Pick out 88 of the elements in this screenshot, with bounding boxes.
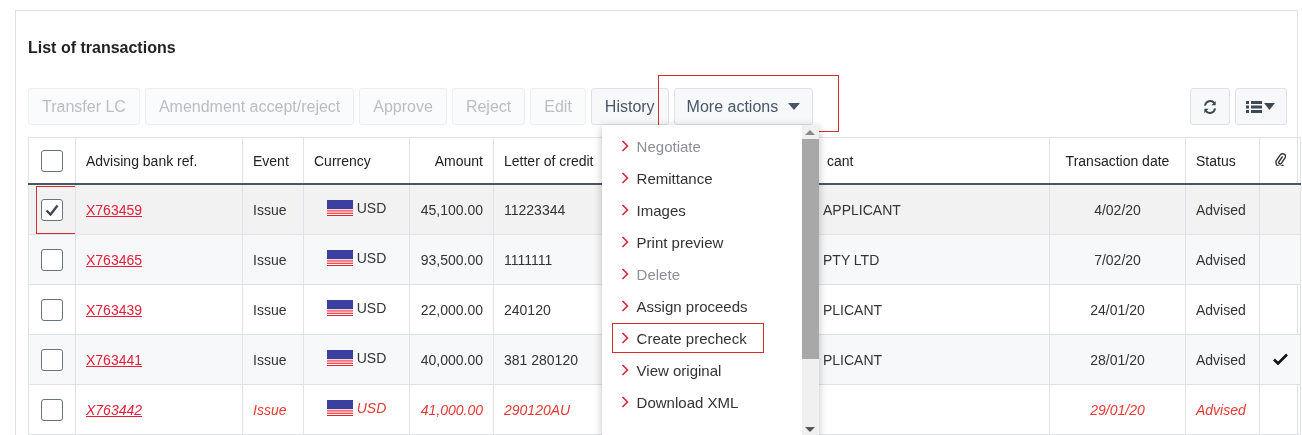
column-header[interactable]: Transaction date xyxy=(1065,152,1170,169)
chevron-icon xyxy=(620,236,629,248)
reference-link[interactable]: X763465 xyxy=(86,251,143,268)
reference-link[interactable]: X763439 xyxy=(86,301,143,318)
chevron-icon xyxy=(620,140,629,152)
section-title: List of transactions xyxy=(28,39,177,58)
menu-item[interactable]: Download XML xyxy=(611,387,764,417)
more-actions-button[interactable]: More actions xyxy=(673,88,814,125)
table-cell: 93,500.00 xyxy=(420,251,483,268)
menu-item[interactable]: Print preview xyxy=(611,227,764,257)
table-cell: PLICANT xyxy=(823,351,883,368)
table-cell: 24/01/20 xyxy=(1090,301,1145,318)
row-checkbox[interactable] xyxy=(41,348,63,371)
reference-link[interactable]: X763442 xyxy=(86,401,143,418)
scrollbar-thumb[interactable] xyxy=(801,139,819,359)
row-checkbox[interactable] xyxy=(41,398,63,421)
column-header[interactable]: Amount xyxy=(434,152,483,169)
menu-item[interactable]: View original xyxy=(611,355,764,385)
scrollbar[interactable] xyxy=(801,125,819,435)
table-cell: USD xyxy=(356,250,387,266)
view-options-button[interactable] xyxy=(1235,88,1287,125)
menu-item[interactable]: Create precheck xyxy=(611,323,764,353)
menu-item[interactable]: Remittance xyxy=(611,163,764,193)
table-cell: Issue xyxy=(253,201,287,218)
table-cell: Advised xyxy=(1196,401,1246,418)
row-checkbox[interactable] xyxy=(41,248,63,271)
table-cell: Issue xyxy=(253,351,287,368)
chevron-icon xyxy=(620,332,629,344)
flag-icon xyxy=(326,300,353,316)
row-checkbox[interactable] xyxy=(41,198,63,221)
reference-link[interactable]: X763459 xyxy=(86,201,143,218)
table-cell: 381 280120 xyxy=(504,351,578,368)
column-header[interactable]: Status xyxy=(1196,152,1236,169)
chevron-icon xyxy=(620,268,629,280)
table-cell: 240120 xyxy=(504,301,551,318)
table-cell: 22,000.00 xyxy=(420,301,483,318)
table-cell: 41,000.00 xyxy=(420,401,483,418)
table-cell: 40,000.00 xyxy=(420,351,483,368)
table-cell: 11223344 xyxy=(504,201,566,218)
table-cell: Advised xyxy=(1196,351,1246,368)
table-cell: Advised xyxy=(1196,301,1246,318)
flag-icon xyxy=(326,250,353,266)
chevron-icon xyxy=(620,396,629,408)
chevron-icon xyxy=(620,172,629,184)
flag-icon xyxy=(326,350,353,366)
table-cell: Advised xyxy=(1196,251,1246,268)
scroll-down-icon[interactable] xyxy=(805,426,816,433)
menu-item[interactable]: Images xyxy=(611,195,764,225)
check-icon xyxy=(45,203,59,216)
table-cell: APPLICANT xyxy=(823,201,901,218)
chevron-icon xyxy=(620,300,629,312)
table-cell: 7/02/20 xyxy=(1094,251,1141,268)
table-cell: USD xyxy=(356,300,387,316)
reference-link[interactable]: X763441 xyxy=(86,351,143,368)
table-cell: 4/02/20 xyxy=(1094,201,1141,218)
table-cell: 1111111 xyxy=(504,251,553,268)
column-header[interactable]: cant xyxy=(827,152,854,169)
table-cell: USD xyxy=(356,350,387,366)
column-header[interactable]: Event xyxy=(253,152,289,169)
table-cell: 45,100.00 xyxy=(420,201,483,218)
table-cell: Advised xyxy=(1196,201,1246,218)
table-cell: 290120AU xyxy=(504,401,571,418)
table-cell: 28/01/20 xyxy=(1090,351,1145,368)
table-cell: USD xyxy=(356,200,387,216)
table-cell: 29/01/20 xyxy=(1090,401,1145,418)
column-header[interactable]: Currency xyxy=(314,152,371,169)
list-view-icon xyxy=(1246,100,1276,113)
chevron-icon xyxy=(620,204,629,216)
refresh-icon xyxy=(1203,99,1217,114)
table-cell: Issue xyxy=(253,251,287,268)
paperclip-icon xyxy=(1274,152,1286,166)
column-header[interactable]: Letter of credit xyxy=(504,152,594,169)
caret-icon xyxy=(788,102,801,111)
select-all-checkbox[interactable] xyxy=(41,149,63,172)
scroll-up-icon[interactable] xyxy=(805,129,816,136)
table-cell: Issue xyxy=(253,401,287,418)
menu-item[interactable]: Assign proceeds xyxy=(611,291,764,321)
refresh-button[interactable] xyxy=(1190,88,1230,125)
table-cell: Issue xyxy=(253,301,287,318)
table-cell: PLICANT xyxy=(823,301,883,318)
flag-icon xyxy=(326,400,353,416)
flag-icon xyxy=(326,200,353,216)
row-checkbox[interactable] xyxy=(41,298,63,321)
action-button[interactable]: History xyxy=(590,88,669,125)
column-header[interactable]: Advising bank ref. xyxy=(86,152,198,169)
chevron-icon xyxy=(620,364,629,376)
table-cell: PTY LTD xyxy=(823,251,880,268)
table-cell: USD xyxy=(356,400,387,416)
